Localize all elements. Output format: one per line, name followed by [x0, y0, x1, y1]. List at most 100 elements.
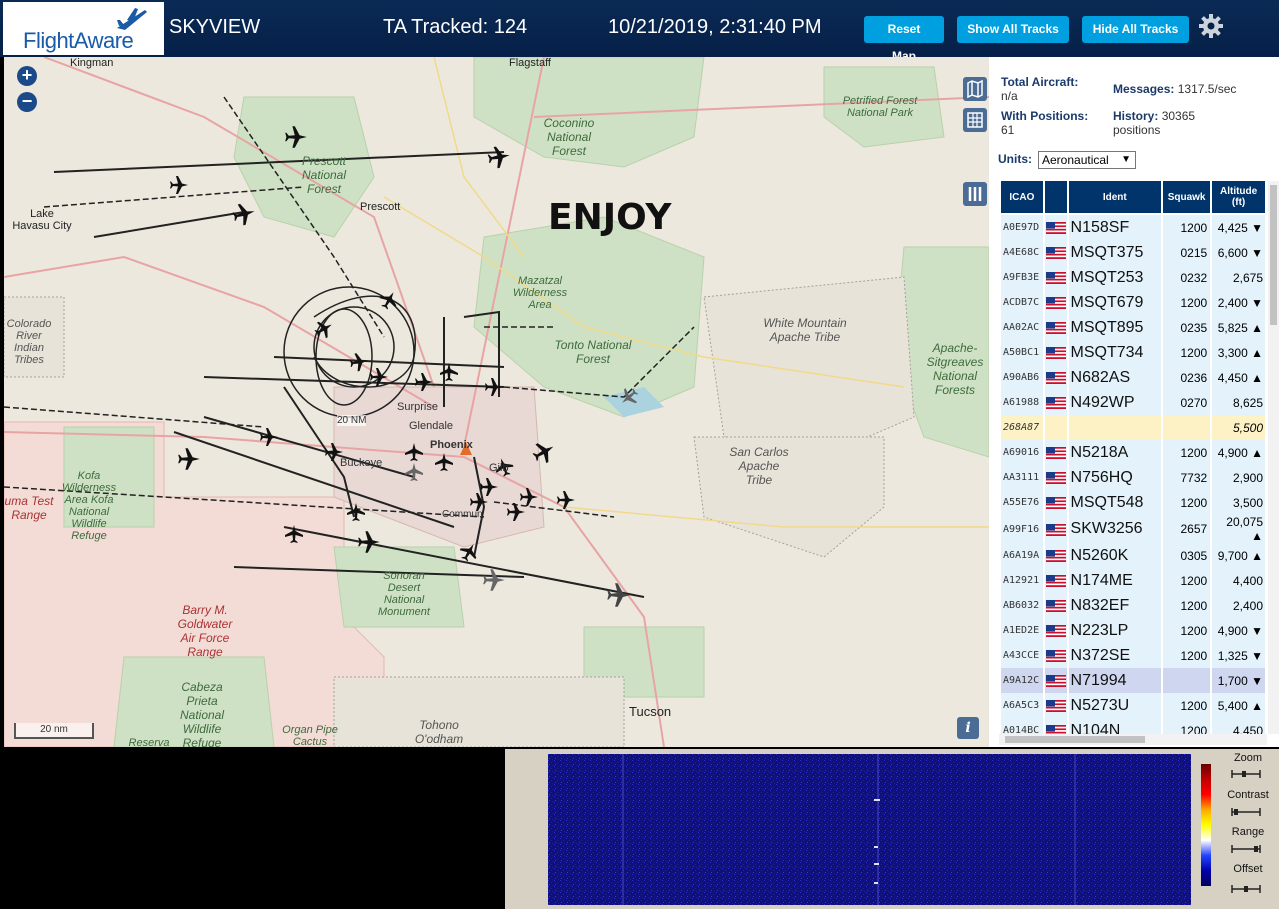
aircraft-marker[interactable] — [260, 428, 278, 446]
table-row[interactable]: A69016 N5218A 1200 4,900 ▲ — [1001, 440, 1265, 465]
table-vertical-scrollbar[interactable] — [1268, 181, 1279, 734]
cell-ident: N5273U — [1068, 693, 1161, 718]
cell-altitude: 5,500 — [1212, 415, 1265, 440]
aircraft-marker[interactable] — [507, 503, 525, 521]
table-row[interactable]: A55E76 MSQT548 1200 3,500 — [1001, 490, 1265, 515]
zoom-in-button[interactable]: + — [17, 66, 37, 86]
bottom-area: Zoom Contrast Range Offset — [0, 749, 1279, 909]
table-row[interactable]: A90AB6 N682AS 0236 4,450 ▲ — [1001, 365, 1265, 390]
aircraft-marker[interactable] — [311, 316, 337, 342]
cell-icao: A55E76 — [1001, 490, 1043, 515]
aircraft-marker[interactable] — [376, 287, 402, 313]
aircraft-marker[interactable] — [285, 126, 307, 148]
waterfall-display[interactable] — [548, 754, 1191, 905]
table-row[interactable]: A50BC1 MSQT734 1200 3,300 ▲ — [1001, 340, 1265, 365]
scroll-thumb[interactable] — [1005, 736, 1145, 743]
aircraft-marker[interactable] — [483, 569, 505, 591]
aircraft-marker[interactable] — [480, 478, 498, 496]
table-row[interactable]: A12921 N174ME 1200 4,400 — [1001, 568, 1265, 593]
table-row[interactable]: AA3111 N756HQ 7732 2,900 — [1001, 465, 1265, 490]
panel-toggle-button[interactable] — [963, 182, 987, 206]
aircraft-marker[interactable] — [440, 363, 458, 381]
flightaware-logo[interactable]: FlightAware — [3, 2, 164, 55]
aircraft-marker[interactable] — [456, 539, 482, 565]
reset-map-button[interactable]: Reset Map — [864, 16, 944, 63]
label-yuma-test: uma Test Range — [4, 494, 54, 522]
table-row[interactable]: A6A19A N5260K 0305 9,700 ▲ — [1001, 543, 1265, 568]
cell-ident: N372SE — [1068, 643, 1161, 668]
info-button[interactable]: i — [957, 717, 979, 739]
table-row[interactable]: A1ED2E N223LP 1200 4,900 ▼ — [1001, 618, 1265, 643]
aircraft-marker[interactable] — [170, 176, 188, 194]
columns-icon — [968, 187, 982, 201]
zoom-slider-icon[interactable] — [1230, 769, 1262, 779]
scroll-thumb[interactable] — [1270, 185, 1277, 325]
table-row[interactable]: A0E97D N158SF 1200 4,425 ▼ — [1001, 215, 1265, 240]
column-header-squawk[interactable]: Squawk — [1163, 181, 1211, 215]
skyview-app: FlightAware SKYVIEW TA Tracked: 124 10/2… — [0, 0, 1279, 909]
gear-icon[interactable] — [1198, 13, 1224, 39]
show-all-tracks-button[interactable]: Show All Tracks — [957, 16, 1069, 43]
total-aircraft-label: Total Aircraft: — [1001, 75, 1079, 89]
table-row[interactable]: A014BC N104N 1200 4,450 — [1001, 718, 1265, 734]
cell-icao: AB6032 — [1001, 593, 1043, 618]
aircraft-marker[interactable] — [348, 351, 370, 373]
aircraft-marker[interactable] — [370, 368, 388, 386]
cell-ident: N71994 — [1068, 668, 1161, 693]
zoom-out-button[interactable]: − — [17, 92, 37, 112]
grid-toggle-button[interactable] — [963, 108, 987, 132]
table-row[interactable]: A99F16 SKW3256 2657 20,075 ▲ — [1001, 515, 1265, 543]
table-row[interactable]: A6A5C3 N5273U 1200 5,400 ▲ — [1001, 693, 1265, 718]
table-row[interactable]: A9FB3E MSQT253 0232 2,675 — [1001, 265, 1265, 290]
aircraft-marker[interactable] — [435, 453, 453, 471]
aircraft-marker[interactable] — [285, 525, 303, 543]
aircraft-marker[interactable] — [486, 144, 512, 170]
column-header-ident[interactable]: Ident — [1068, 181, 1161, 215]
aircraft-marker[interactable] — [358, 531, 380, 553]
map-view[interactable]: Kingman Flagstaff Lake Havasu City Presc… — [4, 57, 989, 747]
cell-flag — [1044, 290, 1067, 315]
column-header-flag[interactable] — [1044, 181, 1067, 215]
table-horizontal-scrollbar[interactable] — [999, 734, 1267, 745]
cell-icao: A50BC1 — [1001, 340, 1043, 365]
cell-squawk: 1200 — [1163, 290, 1211, 315]
aircraft-table-wrapper[interactable]: ICAO Ident Squawk Altitude (ft) A0E97D N1… — [999, 181, 1267, 734]
aircraft-marker[interactable] — [607, 583, 631, 607]
label-kofa: Kofa Wilderness Area Kofa National Wildl… — [61, 470, 117, 542]
offset-slider-icon[interactable] — [1230, 884, 1262, 894]
label-phoenix: Phoenix — [430, 439, 473, 451]
map-layers-button[interactable] — [963, 77, 987, 101]
table-row[interactable]: 268A87 5,500 — [1001, 415, 1265, 440]
aircraft-marker[interactable] — [557, 491, 575, 509]
column-header-icao[interactable]: ICAO — [1001, 181, 1043, 215]
table-row[interactable]: A43CCE N372SE 1200 1,325 ▼ — [1001, 643, 1265, 668]
contrast-slider-icon[interactable] — [1230, 807, 1262, 817]
units-select[interactable]: Aeronautical ▼ — [1038, 151, 1136, 169]
aircraft-marker[interactable] — [520, 488, 538, 506]
aircraft-marker[interactable] — [529, 437, 559, 467]
range-slider-icon[interactable] — [1230, 844, 1262, 854]
table-row[interactable]: AA02AC MSQT895 0235 5,825 ▲ — [1001, 315, 1265, 340]
cell-icao: A61988 — [1001, 390, 1043, 415]
cell-ident: N492WP — [1068, 390, 1161, 415]
table-row[interactable]: ACDB7C MSQT679 1200 2,400 ▼ — [1001, 290, 1265, 315]
table-row[interactable]: A9A12C N71994 1,700 ▼ — [1001, 668, 1265, 693]
aircraft-marker[interactable] — [616, 384, 642, 410]
table-row[interactable]: A4E68C MSQT375 0215 6,600 ▼ — [1001, 240, 1265, 265]
hide-all-tracks-button[interactable]: Hide All Tracks — [1082, 16, 1189, 43]
cell-icao: A9FB3E — [1001, 265, 1043, 290]
cell-squawk: 7732 — [1163, 465, 1211, 490]
column-header-altitude[interactable]: Altitude (ft) — [1212, 181, 1265, 215]
aircraft-marker[interactable] — [485, 378, 503, 396]
aircraft-marker[interactable] — [230, 200, 258, 228]
cell-ident: N104N — [1068, 718, 1161, 734]
table-row[interactable]: A61988 N492WP 0270 8,625 — [1001, 390, 1265, 415]
dropdown-arrow-icon: ▼ — [1121, 154, 1131, 165]
table-row[interactable]: AB6032 N832EF 1200 2,400 — [1001, 593, 1265, 618]
aircraft-marker[interactable] — [415, 373, 433, 391]
aircraft-marker[interactable] — [347, 503, 365, 521]
cell-ident: MSQT253 — [1068, 265, 1161, 290]
aircraft-marker[interactable] — [405, 463, 423, 481]
aircraft-marker[interactable] — [178, 448, 200, 470]
aircraft-marker[interactable] — [405, 443, 423, 461]
